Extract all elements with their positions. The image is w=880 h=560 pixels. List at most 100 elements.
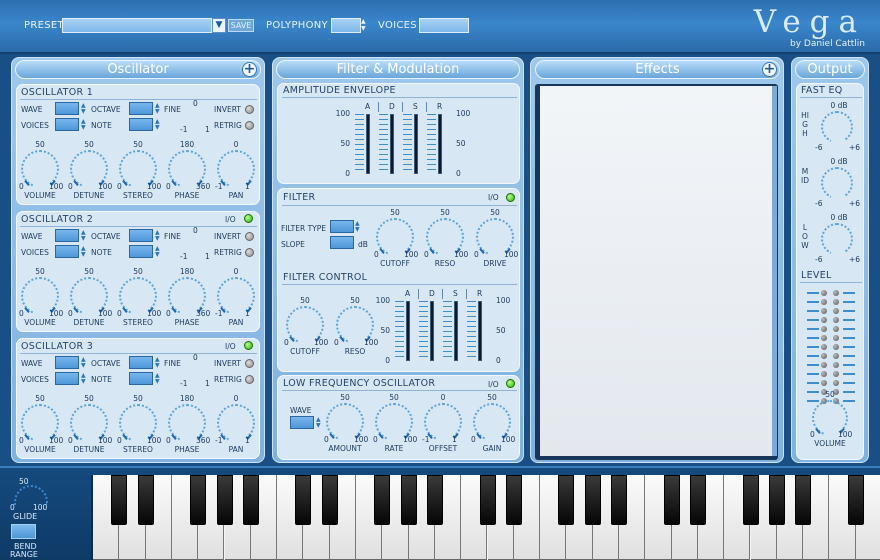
octave-spin-icon[interactable]: ▲ ▼ bbox=[155, 230, 161, 242]
eq-low-knob[interactable] bbox=[821, 223, 853, 256]
fc-env-scale-left: 0 bbox=[385, 356, 390, 365]
octave-field[interactable] bbox=[129, 356, 153, 369]
wave-spin-icon[interactable]: ▲ ▼ bbox=[81, 357, 87, 369]
voices-field[interactable] bbox=[55, 372, 79, 385]
black-key[interactable] bbox=[795, 475, 812, 525]
amp-env-s-fader[interactable] bbox=[414, 114, 418, 174]
wave-field[interactable] bbox=[55, 102, 79, 115]
black-key[interactable] bbox=[321, 475, 338, 525]
octave-spin-icon[interactable]: ▲ ▼ bbox=[155, 103, 161, 115]
preset-select[interactable] bbox=[62, 18, 212, 33]
voices-field[interactable] bbox=[55, 245, 79, 258]
voices-spin-icon[interactable]: ▲ ▼ bbox=[81, 119, 87, 131]
amp-env-d-fader[interactable] bbox=[390, 114, 394, 174]
polyphony-field[interactable] bbox=[331, 18, 361, 33]
black-key[interactable] bbox=[689, 475, 706, 525]
retrig-led[interactable] bbox=[245, 121, 254, 130]
wave-field[interactable] bbox=[55, 356, 79, 369]
save-button[interactable]: SAVE bbox=[228, 19, 254, 32]
fc-env-d-fader[interactable] bbox=[430, 301, 434, 361]
voices-field[interactable] bbox=[55, 118, 79, 131]
black-key[interactable] bbox=[374, 475, 391, 525]
effects-rack[interactable] bbox=[540, 86, 772, 456]
fc-env-s-fader[interactable] bbox=[454, 301, 458, 361]
black-key[interactable] bbox=[137, 475, 154, 525]
wave-spin-icon[interactable]: ▲ ▼ bbox=[81, 230, 87, 242]
black-key[interactable] bbox=[742, 475, 759, 525]
voices-label: VOICES bbox=[21, 375, 49, 384]
voices-field[interactable] bbox=[419, 18, 469, 33]
black-key[interactable] bbox=[847, 475, 864, 525]
polyphony-spin-icon[interactable]: ▲ ▼ bbox=[361, 18, 366, 32]
invert-led[interactable] bbox=[245, 359, 254, 368]
oscillator-io-led[interactable] bbox=[244, 214, 253, 223]
invert-led[interactable] bbox=[245, 105, 254, 114]
osc3-volume-knob-gap bbox=[34, 434, 50, 444]
meter-led-left bbox=[821, 335, 827, 341]
retrig-led[interactable] bbox=[245, 248, 254, 257]
fine-zero-value: 0 bbox=[193, 226, 198, 235]
black-key[interactable] bbox=[558, 475, 575, 525]
black-key[interactable] bbox=[479, 475, 496, 525]
osc1-stereo-knob-gap bbox=[132, 180, 148, 190]
black-key[interactable] bbox=[505, 475, 522, 525]
amp-env-r-fader[interactable] bbox=[438, 114, 442, 174]
invert-led[interactable] bbox=[245, 232, 254, 241]
lfo-wave-spin-icon[interactable]: ▲ ▼ bbox=[316, 417, 322, 429]
wave-field[interactable] bbox=[55, 229, 79, 242]
note-field[interactable] bbox=[129, 372, 153, 385]
fc-env-a-fader[interactable] bbox=[406, 301, 410, 361]
invert-label: INVERT bbox=[214, 359, 241, 368]
osc2-volume-knob-gap bbox=[34, 307, 50, 317]
lfo-wave-field[interactable] bbox=[290, 416, 314, 429]
black-key[interactable] bbox=[216, 475, 233, 525]
oscillator-title: OSCILLATOR 2 bbox=[21, 214, 94, 225]
voices-spin-icon[interactable]: ▲ ▼ bbox=[81, 246, 87, 258]
black-key[interactable] bbox=[768, 475, 785, 525]
piano-keyboard[interactable] bbox=[91, 475, 880, 560]
osc2-volume-max-value: 100 bbox=[49, 309, 64, 318]
effects-add-icon[interactable]: + bbox=[762, 62, 777, 77]
effects-scrollbar[interactable] bbox=[772, 86, 777, 456]
eq-mid-knob[interactable] bbox=[821, 167, 853, 200]
black-key[interactable] bbox=[295, 475, 312, 525]
fc-env-r-fader[interactable] bbox=[478, 301, 482, 361]
black-key[interactable] bbox=[611, 475, 627, 525]
lfo-gain-min-value: 0 bbox=[471, 435, 476, 444]
fine-max-value: 1 bbox=[205, 379, 210, 388]
lfo-io-led[interactable] bbox=[506, 379, 515, 388]
osc1-volume-knob-gap bbox=[34, 180, 50, 190]
voices-spin-icon[interactable]: ▲ ▼ bbox=[81, 373, 87, 385]
meter-tick-left bbox=[807, 400, 819, 402]
osc3-stereo-name: STEREO bbox=[123, 445, 153, 454]
output-volume-name: VOLUME bbox=[814, 439, 846, 448]
black-key[interactable] bbox=[426, 475, 443, 525]
note-field[interactable] bbox=[129, 118, 153, 131]
retrig-led[interactable] bbox=[245, 375, 254, 384]
amp-env-a-fader[interactable] bbox=[366, 114, 370, 174]
black-key[interactable] bbox=[663, 475, 680, 525]
black-key[interactable] bbox=[111, 475, 128, 525]
black-key[interactable] bbox=[190, 475, 207, 525]
octave-field[interactable] bbox=[129, 102, 153, 115]
output-volume-top-value: 50 bbox=[825, 390, 835, 399]
oscillator-io-led[interactable] bbox=[244, 341, 253, 350]
preset-dropdown-icon[interactable]: ▼ bbox=[212, 18, 226, 33]
black-key[interactable] bbox=[400, 475, 417, 525]
amp-env-r-label: R bbox=[437, 102, 443, 111]
bend-range-field[interactable] bbox=[11, 524, 36, 539]
black-key[interactable] bbox=[584, 475, 601, 525]
note-spin-icon[interactable]: ▲ ▼ bbox=[155, 119, 161, 131]
oscillator-add-icon[interactable]: + bbox=[242, 62, 257, 77]
octave-field[interactable] bbox=[129, 229, 153, 242]
eq-high-knob[interactable] bbox=[821, 111, 853, 144]
note-spin-icon[interactable]: ▲ ▼ bbox=[155, 373, 161, 385]
note-field[interactable] bbox=[129, 245, 153, 258]
osc2-detune-max-value: 100 bbox=[98, 309, 113, 318]
output-header: Output bbox=[795, 60, 865, 79]
note-spin-icon[interactable]: ▲ ▼ bbox=[155, 246, 161, 258]
meter-tick-left bbox=[807, 364, 819, 366]
octave-spin-icon[interactable]: ▲ ▼ bbox=[155, 357, 161, 369]
black-key[interactable] bbox=[242, 475, 259, 525]
wave-spin-icon[interactable]: ▲ ▼ bbox=[81, 103, 87, 115]
